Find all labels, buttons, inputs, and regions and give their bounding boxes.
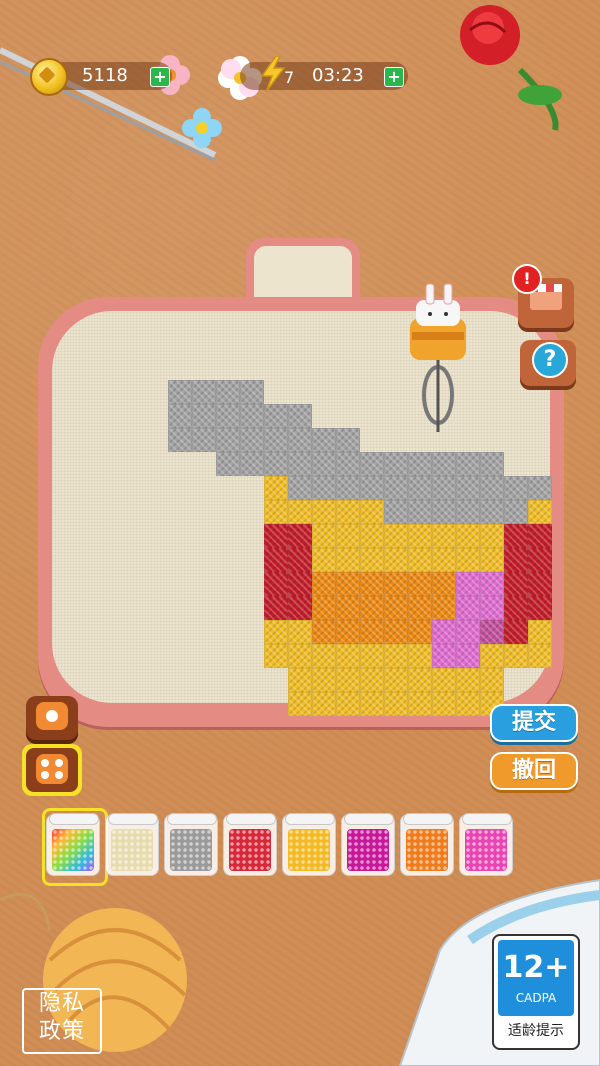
multi-bead-tool[interactable] (22, 744, 82, 796)
rose-icon (460, 5, 562, 131)
coin-count: 5118 (82, 65, 128, 86)
privacy-line-1: 隐私 (38, 991, 85, 1016)
timer-text: 03:23 (312, 65, 364, 86)
jar-beads (465, 829, 507, 871)
bead-jar-cream[interactable] (105, 813, 159, 876)
coin-icon (30, 58, 68, 96)
bead-icon (36, 702, 68, 730)
bead-jar-gray[interactable] (164, 813, 218, 876)
needle-tool[interactable] (400, 280, 480, 440)
jar-lid (108, 813, 158, 825)
add-coins-button[interactable]: + (150, 67, 170, 87)
privacy-policy-link[interactable]: 隐私 政策 (22, 988, 102, 1054)
jar-lid (167, 813, 217, 825)
jar-lid (462, 813, 512, 825)
jar-lid (285, 813, 335, 825)
jar-beads (52, 829, 94, 871)
jar-beads (406, 829, 448, 871)
help-icon: ? (532, 342, 568, 378)
jar-lid (49, 813, 99, 825)
add-energy-button[interactable]: + (384, 67, 404, 87)
jar-beads (229, 829, 271, 871)
age-rating-badge: 12+ CADPA 适龄提示 (492, 934, 580, 1050)
help-button[interactable]: ? (520, 340, 576, 386)
jar-beads (347, 829, 389, 871)
age-rating-caption: 适龄提示 (508, 1023, 564, 1039)
coin-counter: 5118 + (30, 58, 172, 96)
dice-icon (36, 754, 68, 784)
jar-lid (344, 813, 394, 825)
jar-beads (288, 829, 330, 871)
bead-jar-orange[interactable] (400, 813, 454, 876)
jar-beads (111, 829, 153, 871)
energy-timer: 7 03:23 + (240, 56, 408, 92)
single-bead-tool[interactable] (26, 696, 78, 740)
undo-button[interactable]: 撤回 (490, 752, 578, 790)
submit-button[interactable]: 提交 (490, 704, 578, 742)
jar-beads (170, 829, 212, 871)
bead-jar-red[interactable] (223, 813, 277, 876)
bead-jar-rainbow[interactable] (46, 813, 100, 876)
energy-count: 7 (284, 68, 295, 87)
shop-alert-badge: ! (512, 264, 542, 294)
bead-jar-magenta[interactable] (341, 813, 395, 876)
jar-lid (403, 813, 453, 825)
age-rating-org: CADPA (515, 991, 557, 1005)
jar-lid (226, 813, 276, 825)
age-rating: 12+ (502, 950, 570, 985)
bead-jar-pink[interactable] (459, 813, 513, 876)
bead-jar-yellow[interactable] (282, 813, 336, 876)
privacy-line-2: 政策 (38, 1019, 85, 1044)
